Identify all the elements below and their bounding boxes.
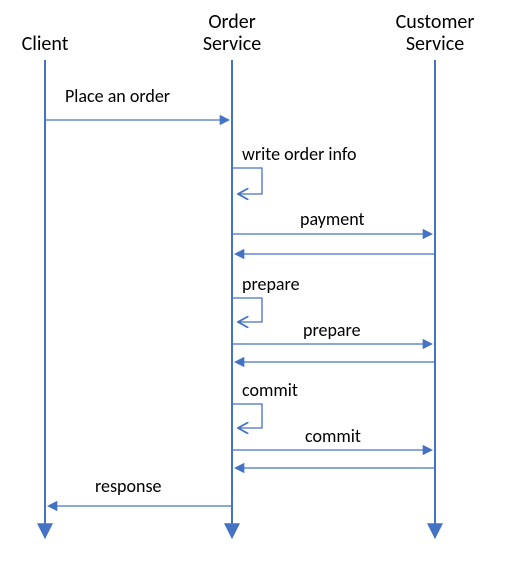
msg-commit-self <box>232 404 262 428</box>
msg-prepare-self <box>232 298 262 322</box>
msg-prepare-self-label: prepare <box>242 273 300 295</box>
msg-response-label: response <box>95 475 161 497</box>
msg-place-order-label: Place an order <box>65 85 170 107</box>
msg-commit-self-label: commit <box>242 379 298 401</box>
msg-commit-label: commit <box>305 425 361 447</box>
actor-customer-service-label-1: Customer <box>396 10 475 34</box>
actor-client-label: Client <box>22 32 69 56</box>
actor-order-service-label-2: Service <box>203 32 261 56</box>
actor-customer-service-label-2: Service <box>406 32 464 56</box>
msg-prepare-label: prepare <box>303 319 361 341</box>
msg-payment-label: payment <box>300 208 365 230</box>
msg-write-order-info-label: write order info <box>242 143 357 165</box>
msg-write-order-info <box>232 168 262 194</box>
sequence-diagram: Client Order Service Customer Service Pl… <box>0 0 517 564</box>
actor-order-service-label-1: Order <box>208 10 255 34</box>
